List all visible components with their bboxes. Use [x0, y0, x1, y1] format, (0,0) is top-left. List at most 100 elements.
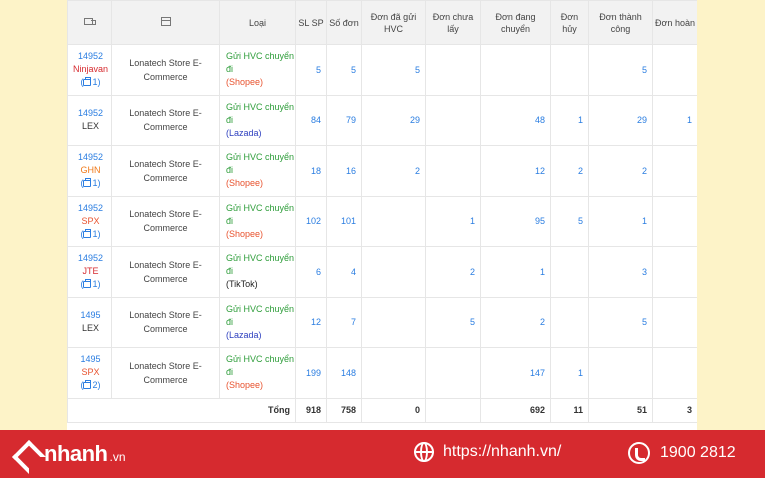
header-sl-sp[interactable]: SL SP: [295, 0, 327, 45]
cell-da-gui[interactable]: 29: [361, 94, 426, 146]
order-code-link[interactable]: 1495: [70, 309, 111, 322]
header-store[interactable]: [111, 0, 220, 45]
cell-sl-sp[interactable]: 84: [295, 94, 327, 146]
cell-thanh-cong[interactable]: 29: [588, 94, 653, 146]
cell-sl-sp[interactable]: 5: [295, 44, 327, 96]
cell-da-gui: [361, 195, 426, 247]
cell-da-gui[interactable]: 2: [361, 145, 426, 197]
cell-thanh-cong[interactable]: 3: [588, 246, 653, 298]
cell-huy: [550, 44, 589, 96]
cell-chua-lay[interactable]: 2: [425, 246, 481, 298]
type-label: Gửi HVC chuyển đi: [226, 202, 295, 226]
order-code-link[interactable]: 14952: [70, 50, 111, 63]
cell-hoan: [652, 347, 697, 399]
website-link[interactable]: https://nhanh.vn/: [414, 442, 561, 462]
header-chua-lay[interactable]: Đơn chưa lấy: [425, 0, 481, 45]
print-count[interactable]: (1): [70, 228, 111, 241]
order-cell: 14952 LEX: [67, 94, 112, 146]
cell-da-gui: [361, 347, 426, 399]
cell-dang-chuyen[interactable]: 2: [480, 296, 551, 348]
cell-so-don[interactable]: 16: [326, 145, 362, 197]
store-icon: [160, 16, 171, 26]
order-code-link[interactable]: 1495: [70, 353, 111, 366]
header-huy[interactable]: Đơn hủy: [550, 0, 589, 45]
type-label: Gửi HVC chuyển đi: [226, 51, 295, 75]
cell-chua-lay[interactable]: 1: [425, 195, 481, 247]
order-cell: 14952 JTE(1): [67, 246, 112, 298]
brand-suffix: .vn: [109, 450, 126, 464]
phone-link[interactable]: 1900 2812: [628, 442, 736, 464]
globe-icon: [414, 442, 434, 462]
header-carrier[interactable]: [67, 0, 112, 45]
cell-so-don[interactable]: 148: [326, 347, 362, 399]
cell-so-don[interactable]: 4: [326, 246, 362, 298]
header-thanh-cong[interactable]: Đơn thành công: [588, 0, 653, 45]
total-row: Tổng 918 758 0 692 11 51 3: [67, 397, 697, 423]
order-code-link[interactable]: 14952: [70, 107, 111, 120]
print-count[interactable]: (1): [70, 177, 111, 190]
order-type: Gửi HVC chuyển đi (TikTok): [219, 246, 296, 298]
printer-icon: [83, 77, 92, 87]
cell-sl-sp[interactable]: 18: [295, 145, 327, 197]
phone-icon: [628, 442, 650, 464]
order-cell: 14952 Ninjavan(1): [67, 44, 112, 96]
order-code-link[interactable]: 14952: [70, 252, 111, 265]
cell-dang-chuyen[interactable]: 1: [480, 246, 551, 298]
footer-banner: nhanh .vn https://nhanh.vn/ 1900 2812: [0, 430, 765, 478]
cell-sl-sp[interactable]: 199: [295, 347, 327, 399]
cell-thanh-cong[interactable]: 5: [588, 296, 653, 348]
store-name: Lonatech Store E-Commerce: [111, 296, 220, 348]
order-code-link[interactable]: 14952: [70, 202, 111, 215]
cell-dang-chuyen[interactable]: 12: [480, 145, 551, 197]
cell-thanh-cong[interactable]: 2: [588, 145, 653, 197]
cell-huy[interactable]: 1: [550, 347, 589, 399]
cell-hoan: [652, 44, 697, 96]
printer-icon: [83, 228, 92, 238]
cell-huy[interactable]: 5: [550, 195, 589, 247]
table-row: 14952 GHN(1) Lonatech Store E-Commerce Gửi …: [67, 145, 697, 197]
cell-dang-chuyen[interactable]: 147: [480, 347, 551, 399]
cell-da-gui[interactable]: 5: [361, 44, 426, 96]
brand-logo[interactable]: nhanh .vn: [14, 440, 126, 468]
header-hoan[interactable]: Đơn hoàn: [652, 0, 697, 45]
cell-so-don[interactable]: 5: [326, 44, 362, 96]
cell-thanh-cong: [588, 347, 653, 399]
cell-sl-sp[interactable]: 6: [295, 246, 327, 298]
order-type: Gửi HVC chuyển đi (Shopee): [219, 145, 296, 197]
header-dang-chuyen[interactable]: Đơn đang chuyển: [480, 0, 551, 45]
header-so-don[interactable]: Số đơn: [326, 0, 362, 45]
cell-chua-lay[interactable]: 5: [425, 296, 481, 348]
cell-thanh-cong[interactable]: 5: [588, 44, 653, 96]
order-type: Gửi HVC chuyển đi (Lazada): [219, 296, 296, 348]
header-da-gui[interactable]: Đơn đã gửi HVC: [361, 0, 426, 45]
cell-dang-chuyen[interactable]: 48: [480, 94, 551, 146]
print-count[interactable]: (2): [70, 379, 111, 392]
cell-dang-chuyen[interactable]: 95: [480, 195, 551, 247]
print-count-close: ): [97, 178, 101, 189]
cell-sl-sp[interactable]: 12: [295, 296, 327, 348]
order-code-link[interactable]: 14952: [70, 151, 111, 164]
print-count-close: ): [97, 228, 101, 239]
table-row: 14952 SPX (1) Lonatech Store E-Commerce Gửi …: [67, 195, 697, 247]
print-count[interactable]: (1): [70, 278, 111, 291]
cell-huy: [550, 296, 589, 348]
printer-icon: [83, 279, 92, 289]
type-label: Gửi HVC chuyển đi: [226, 253, 295, 277]
cell-hoan[interactable]: 1: [652, 94, 697, 146]
nhanh-logo-icon: [14, 442, 38, 466]
type-label: Gửi HVC chuyển đi: [226, 354, 295, 378]
cell-huy[interactable]: 2: [550, 145, 589, 197]
cell-thanh-cong[interactable]: 1: [588, 195, 653, 247]
cell-dang-chuyen: [480, 44, 551, 96]
cell-so-don[interactable]: 7: [326, 296, 362, 348]
cell-huy[interactable]: 1: [550, 94, 589, 146]
cell-so-don[interactable]: 79: [326, 94, 362, 146]
table-row: 14952 JTE(1) Lonatech Store E-Commerce Gửi …: [67, 246, 697, 298]
sales-channel: (Lazada): [226, 329, 262, 340]
total-huy: 11: [550, 397, 589, 423]
cell-sl-sp[interactable]: 102: [295, 195, 327, 247]
carrier-name: SPX: [81, 215, 100, 226]
header-type[interactable]: Loại: [219, 0, 296, 45]
print-count[interactable]: (1): [70, 76, 111, 89]
cell-so-don[interactable]: 101: [326, 195, 362, 247]
